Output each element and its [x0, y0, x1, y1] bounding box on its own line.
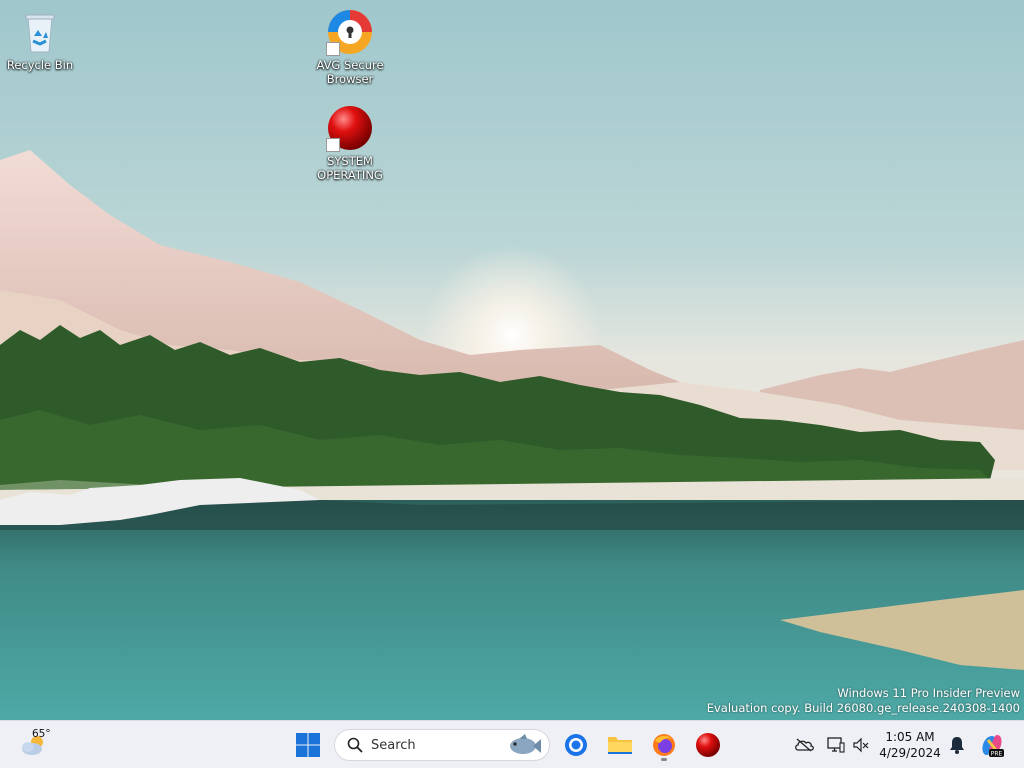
clock-time: 1:05 AM: [885, 730, 935, 744]
tray-volume[interactable]: [850, 727, 872, 763]
start-button[interactable]: [290, 727, 326, 763]
windows-start-icon: [296, 733, 320, 757]
tray-network[interactable]: [824, 727, 848, 763]
desktop-icon-avg-secure-browser[interactable]: AVG Secure Browser: [310, 8, 390, 86]
windows-watermark: Windows 11 Pro Insider Preview Evaluatio…: [707, 686, 1020, 716]
weather-widget[interactable]: 65°: [14, 727, 54, 763]
desktop[interactable]: Recycle Bin AVG Secure Browser SYSTEM OP…: [0, 0, 1024, 720]
taskbar-file-explorer[interactable]: [602, 727, 638, 763]
tray-copilot[interactable]: PRE: [976, 727, 1008, 763]
desktop-icon-recycle-bin[interactable]: Recycle Bin: [0, 8, 80, 72]
avg-browser-icon: [326, 8, 374, 56]
watermark-line-1: Windows 11 Pro Insider Preview: [837, 686, 1020, 700]
network-icon: [827, 737, 845, 753]
firefox-icon: [653, 734, 675, 756]
taskbar-system-operating[interactable]: [690, 727, 726, 763]
clock-date: 4/29/2024: [879, 746, 941, 760]
tray-onedrive[interactable]: [792, 727, 816, 763]
onedrive-offline-icon: [795, 738, 814, 752]
watermark-line-2: Evaluation copy. Build 26080.ge_release.…: [706, 701, 1020, 715]
taskbar-firefox[interactable]: [646, 727, 682, 763]
shortcut-arrow-icon: [326, 42, 340, 56]
chrome-icon: [565, 734, 587, 756]
taskbar-chrome[interactable]: [558, 727, 594, 763]
search-placeholder: Search: [371, 738, 416, 753]
folder-icon: [608, 737, 632, 754]
taskbar: 65° Search 1:05 AM 4/29/2024 PRE: [0, 720, 1024, 768]
shortcut-arrow-icon: [326, 138, 340, 152]
search-icon: [347, 737, 363, 753]
notification-bell-icon: [950, 737, 964, 754]
desktop-icon-label: AVG Secure Browser: [316, 58, 384, 86]
weather-temp: 65°: [32, 728, 51, 740]
recycle-bin-icon: [16, 8, 64, 56]
copilot-icon: PRE: [982, 734, 1004, 758]
svg-text:PRE: PRE: [991, 751, 1003, 758]
search-box[interactable]: Search: [334, 729, 550, 761]
wallpaper: [0, 0, 1024, 720]
desktop-icon-system-operating[interactable]: SYSTEM OPERATING: [310, 104, 390, 182]
tray-notifications[interactable]: [946, 727, 968, 763]
desktop-icon-label: SYSTEM OPERATING: [317, 154, 383, 182]
running-indicator: [661, 758, 667, 761]
clock[interactable]: 1:05 AM 4/29/2024: [872, 729, 948, 761]
search-highlight-fish-icon: [510, 734, 541, 754]
red-sphere-icon: [326, 104, 374, 152]
red-sphere-icon: [696, 733, 720, 757]
volume-muted-icon: [853, 737, 869, 753]
desktop-icon-label: Recycle Bin: [6, 58, 74, 72]
